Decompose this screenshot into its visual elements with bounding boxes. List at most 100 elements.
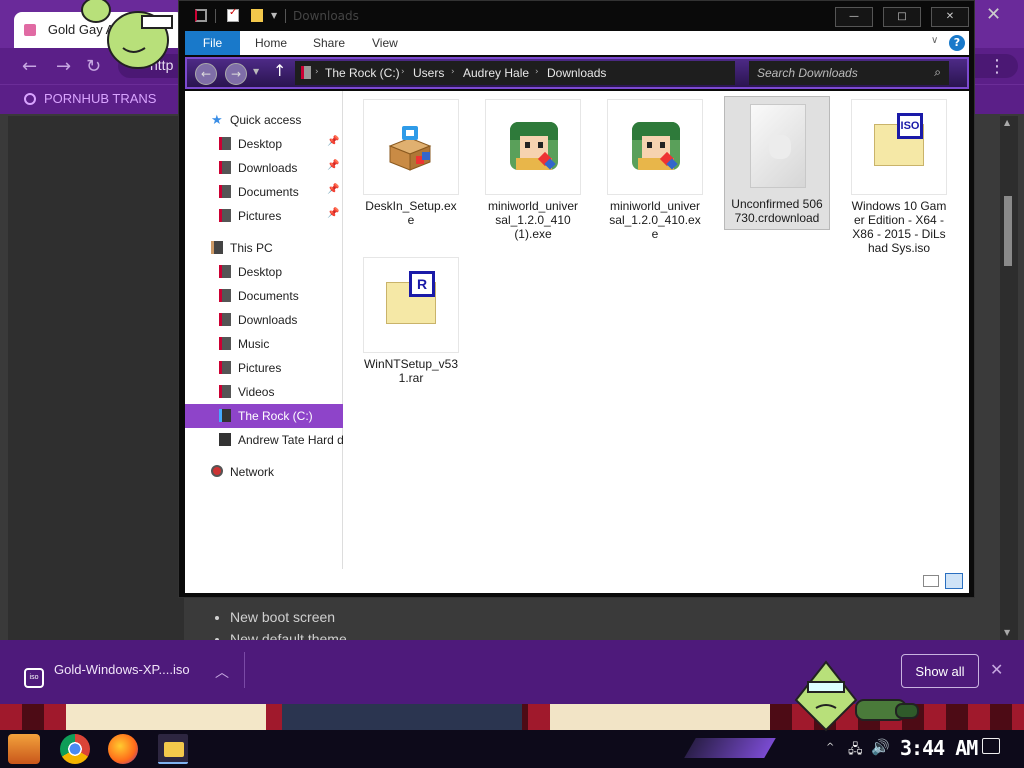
nav-label: Desktop [238, 265, 283, 279]
search-icon[interactable]: ⌕ [934, 65, 941, 80]
nav-quick-downloads[interactable]: Downloads 📌 [185, 157, 343, 179]
drive-quick-icon[interactable] [195, 9, 207, 22]
hard-drive-icon [219, 409, 231, 422]
breadcrumb-downloads[interactable]: Downloads [547, 66, 606, 80]
nav-label: Pictures [238, 361, 282, 375]
file-item[interactable]: miniworld_universal_1.2.0_410 (1).exe [485, 99, 581, 241]
tab-file[interactable]: File [185, 31, 240, 55]
file-item[interactable]: miniworld_universal_1.2.0_410.exe [607, 99, 703, 241]
network-icon[interactable]: 🖧 [848, 740, 863, 762]
address-bar[interactable]: › The Rock (C:) › Users › Audrey Hale › … [295, 61, 735, 85]
scroll-up-icon[interactable]: ▲ [1004, 118, 1010, 127]
scroll-down-icon[interactable]: ▼ [1004, 628, 1010, 637]
close-icon[interactable]: ✕ [990, 660, 1003, 679]
file-item[interactable]: DeskIn_Setup.exe [363, 99, 459, 227]
bookmark-label: PORNHUB TRANS [44, 91, 157, 106]
tray-expand-icon[interactable]: ^ [826, 742, 834, 753]
bookmark-item[interactable]: PORNHUB TRANS [24, 91, 156, 106]
drive-icon [301, 66, 311, 79]
start-button[interactable] [8, 734, 40, 764]
nav-pc-documents[interactable]: Documents [185, 285, 343, 307]
divider [285, 9, 286, 23]
browser-menu-icon[interactable]: ⋮ [988, 56, 1006, 77]
nav-label: Documents [238, 185, 299, 199]
nav-label: Videos [238, 385, 275, 399]
pin-icon[interactable]: 📌 [327, 184, 339, 195]
help-icon[interactable]: ? [949, 35, 965, 51]
nav-drive-d[interactable]: Andrew Tate Hard d [185, 429, 343, 451]
file-item[interactable]: ISO Windows 10 Gamer Edition - X64 - X86… [851, 99, 947, 255]
file-name: DeskIn_Setup.exe [365, 199, 457, 227]
hard-drive-icon [219, 433, 231, 446]
up-arrow-icon[interactable]: ↑ [273, 61, 286, 80]
nav-label: Network [230, 465, 275, 479]
computer-icon [211, 241, 223, 254]
nav-network[interactable]: Network [185, 461, 343, 483]
nav-quick-pictures[interactable]: Pictures 📌 [185, 205, 343, 227]
nav-pc-videos[interactable]: Videos [185, 381, 343, 403]
breadcrumb-user[interactable]: Audrey Hale [463, 66, 529, 80]
large-icons-view-icon[interactable] [945, 573, 963, 589]
firefox-taskbar-icon[interactable] [108, 734, 138, 764]
download-item[interactable]: iso Gold-Windows-XP....iso [24, 656, 190, 688]
tab-home[interactable]: Home [255, 31, 287, 55]
page-scrollbar[interactable]: ▲ ▼ [1000, 116, 1018, 640]
icon-part [538, 142, 543, 148]
file-item[interactable]: R WinNTSetup_v531.rar [363, 257, 459, 385]
nav-label: Pictures [238, 209, 282, 223]
maximize-button[interactable]: □ [883, 7, 921, 27]
game-character-icon [632, 122, 680, 170]
browser-forward-icon[interactable]: → [56, 56, 71, 77]
nav-pc-downloads[interactable]: Downloads [185, 309, 343, 331]
pin-icon[interactable]: 📌 [327, 136, 339, 147]
notification-icon[interactable] [982, 738, 1000, 754]
recent-locations-icon[interactable]: ▼ [253, 67, 259, 76]
nav-quick-access[interactable]: ★ Quick access [185, 109, 343, 131]
back-button[interactable]: ← [195, 63, 217, 85]
cartoon-sticker [794, 660, 919, 732]
nav-quick-documents[interactable]: Documents 📌 [185, 181, 343, 203]
nav-label: Documents [238, 289, 299, 303]
chevron-up-icon[interactable]: ︿ [215, 662, 229, 682]
ribbon-tabs: File Home Share View ∨ ? [185, 31, 969, 55]
chrome-taskbar-icon[interactable] [60, 734, 90, 764]
volume-icon[interactable]: 🔊 [871, 738, 890, 756]
scrollbar-thumb[interactable] [1004, 196, 1012, 266]
details-view-icon[interactable] [923, 575, 939, 587]
search-placeholder: Search Downloads [757, 66, 858, 80]
forward-button[interactable]: → [225, 63, 247, 85]
file-explorer-taskbar-icon[interactable] [158, 734, 188, 764]
nav-label: The Rock (C:) [238, 409, 313, 423]
expand-ribbon-icon[interactable]: ∨ [931, 35, 938, 46]
explorer-body: ★ Quick access Desktop 📌 Downloads 📌 Doc… [185, 91, 969, 593]
icon-part [525, 142, 530, 148]
file-list: DeskIn_Setup.exe miniworld_universal_1.2… [345, 91, 969, 569]
pin-icon[interactable]: 📌 [327, 208, 339, 219]
close-button[interactable]: ✕ [931, 7, 969, 27]
window-title: Downloads [293, 9, 359, 23]
breadcrumb-drive[interactable]: The Rock (C:) [325, 66, 400, 80]
nav-label: Andrew Tate Hard d [238, 433, 343, 447]
tab-view[interactable]: View [372, 31, 398, 55]
nav-drive-c[interactable]: The Rock (C:) [185, 404, 343, 428]
file-thumbnail: R [363, 257, 459, 353]
properties-quick-icon[interactable] [227, 7, 239, 22]
nav-pc-pictures[interactable]: Pictures [185, 357, 343, 379]
browser-back-icon[interactable]: ← [22, 56, 37, 77]
nav-pc-desktop[interactable]: Desktop [185, 261, 343, 283]
nav-label: Quick access [230, 113, 302, 127]
nav-quick-desktop[interactable]: Desktop 📌 [185, 133, 343, 155]
search-input[interactable]: Search Downloads ⌕ [749, 61, 949, 85]
minimize-button[interactable]: — [835, 7, 873, 27]
tab-share[interactable]: Share [313, 31, 345, 55]
breadcrumb-users[interactable]: Users [413, 66, 444, 80]
browser-close-icon[interactable]: ✕ [986, 4, 1001, 25]
customize-toolbar-icon[interactable]: ▼ [271, 11, 277, 20]
nav-pc-music[interactable]: Music [185, 333, 343, 355]
pin-icon[interactable]: 📌 [327, 160, 339, 171]
nav-this-pc[interactable]: This PC [185, 237, 343, 259]
new-folder-quick-icon[interactable] [251, 9, 263, 22]
file-item-selected[interactable]: Unconfirmed 506730.crdownload [724, 96, 830, 230]
downloads-icon [219, 161, 231, 174]
navigation-pane: ★ Quick access Desktop 📌 Downloads 📌 Doc… [185, 91, 343, 569]
